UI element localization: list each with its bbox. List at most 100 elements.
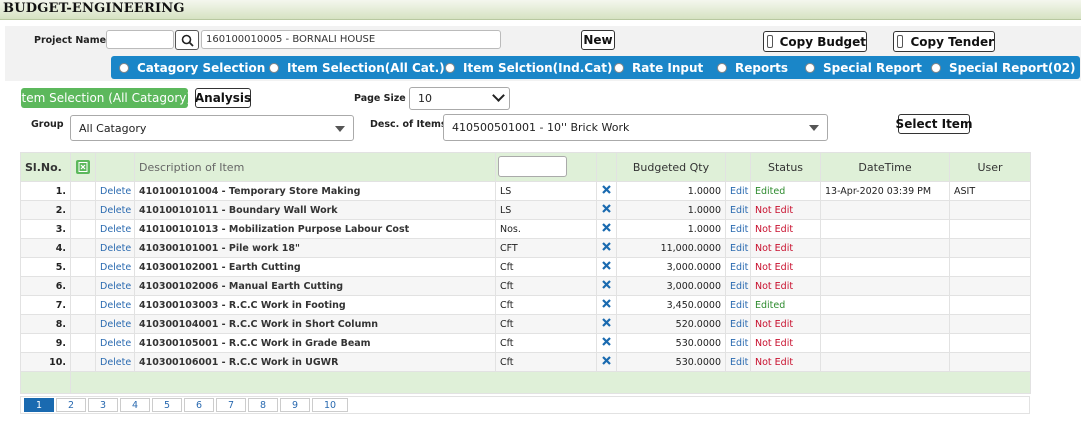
- group-select[interactable]: All Catagory: [70, 115, 354, 141]
- copy-tender-checkbox[interactable]: [897, 35, 904, 48]
- remove-icon[interactable]: [596, 238, 617, 258]
- delete-link[interactable]: Delete: [95, 200, 135, 220]
- close-icon[interactable]: [602, 261, 611, 270]
- copy-tender-button[interactable]: Copy Tender: [893, 31, 995, 52]
- radio-icon[interactable]: [717, 63, 727, 73]
- desc-of-items-select[interactable]: 410500501001 - 10'' Brick Work: [443, 114, 828, 141]
- delete-link[interactable]: Delete: [95, 238, 135, 258]
- edit-link[interactable]: Edit: [725, 352, 751, 372]
- datetime-cell: [820, 295, 950, 315]
- delete-link[interactable]: Delete: [95, 257, 135, 277]
- chevron-down-icon: [492, 89, 505, 102]
- search-cell: [495, 152, 597, 182]
- unit-cell: LS: [495, 200, 597, 220]
- remove-icon[interactable]: [596, 295, 617, 315]
- page-6-link[interactable]: 6: [184, 398, 214, 412]
- tab-special-report-02[interactable]: Special Report(02): [931, 61, 1076, 75]
- table-row: 4. Delete 410300101001 - Pile work 18" CFT 1…: [20, 238, 1031, 258]
- page-size-select[interactable]: 10: [409, 87, 510, 110]
- table-search-input[interactable]: [498, 156, 567, 177]
- project-code-input[interactable]: [106, 30, 174, 49]
- remove-icon[interactable]: [596, 181, 617, 201]
- page-4-link[interactable]: 4: [120, 398, 150, 412]
- page-3-link[interactable]: 3: [88, 398, 118, 412]
- select-item-button[interactable]: Select Item: [896, 114, 972, 134]
- page-5-link[interactable]: 5: [152, 398, 182, 412]
- page-2-link[interactable]: 2: [56, 398, 86, 412]
- edit-link[interactable]: Edit: [725, 314, 751, 334]
- page-size-label: Page Size: [354, 93, 406, 104]
- copy-budget-button[interactable]: Copy Budget: [763, 31, 867, 52]
- delete-link[interactable]: Delete: [95, 219, 135, 239]
- tab-reports[interactable]: Reports: [717, 61, 788, 75]
- tab-item-selection-ind[interactable]: Item Selction(Ind.Cat): [445, 61, 612, 75]
- tab-special-report[interactable]: Special Report: [805, 61, 922, 75]
- radio-icon[interactable]: [269, 63, 279, 73]
- close-icon[interactable]: [602, 337, 611, 346]
- project-name-field[interactable]: 160100010005 - BORNALI HOUSE: [201, 30, 501, 49]
- budgeted-qty-cell: 3,450.0000: [616, 295, 726, 315]
- project-search-button[interactable]: [175, 30, 199, 50]
- close-icon[interactable]: [602, 242, 611, 251]
- radio-icon[interactable]: [119, 63, 129, 73]
- copy-budget-checkbox[interactable]: [767, 35, 773, 48]
- delete-link[interactable]: Delete: [95, 314, 135, 334]
- edit-link[interactable]: Edit: [725, 333, 751, 353]
- tab-catagory-selection[interactable]: Catagory Selection: [119, 61, 265, 75]
- delete-link[interactable]: Delete: [95, 276, 135, 296]
- edit-link[interactable]: Edit: [725, 181, 751, 201]
- new-button[interactable]: New: [581, 30, 615, 50]
- remove-icon[interactable]: [596, 257, 617, 277]
- delete-link[interactable]: Delete: [95, 352, 135, 372]
- budgeted-qty-cell: 3,000.0000: [616, 257, 726, 277]
- remove-icon[interactable]: [596, 200, 617, 220]
- close-icon[interactable]: [602, 318, 611, 327]
- tab-rate-input[interactable]: Rate Input: [614, 61, 703, 75]
- item-selection-all-button[interactable]: Item Selection (All Catagory): [18, 88, 191, 108]
- unit-cell: Cft: [495, 333, 597, 353]
- excel-icon[interactable]: [76, 160, 90, 174]
- user-cell: [949, 333, 1031, 353]
- remove-icon[interactable]: [596, 219, 617, 239]
- close-icon[interactable]: [602, 204, 611, 213]
- close-icon[interactable]: [602, 299, 611, 308]
- delete-link[interactable]: Delete: [95, 333, 135, 353]
- page-7-link[interactable]: 7: [216, 398, 246, 412]
- edit-link[interactable]: Edit: [725, 238, 751, 258]
- remove-icon[interactable]: [596, 352, 617, 372]
- tab-item-selection-all[interactable]: Item Selection(All Cat.): [269, 61, 445, 75]
- budget-items-table: Sl.No. Description of Item Budgeted Qty …: [20, 152, 1031, 394]
- budgeted-qty-cell: 1.0000: [616, 181, 726, 201]
- description-cell: 410300103003 - R.C.C Work in Footing: [134, 295, 496, 315]
- edit-link[interactable]: Edit: [725, 200, 751, 220]
- delete-link[interactable]: Delete: [95, 181, 135, 201]
- budgeted-qty-cell: 3,000.0000: [616, 276, 726, 296]
- remove-icon[interactable]: [596, 314, 617, 334]
- page-1-link[interactable]: 1: [24, 398, 54, 412]
- analysis-button[interactable]: Analysis: [195, 88, 251, 108]
- page-9-link[interactable]: 9: [280, 398, 310, 412]
- edit-link[interactable]: Edit: [725, 276, 751, 296]
- remove-icon[interactable]: [596, 333, 617, 353]
- close-icon[interactable]: [602, 185, 611, 194]
- chevron-down-icon: [335, 126, 345, 132]
- radio-icon[interactable]: [931, 63, 941, 73]
- datetime-cell: [820, 352, 950, 372]
- delete-link[interactable]: Delete: [95, 295, 135, 315]
- close-icon[interactable]: [602, 223, 611, 232]
- radio-icon[interactable]: [614, 63, 624, 73]
- close-icon[interactable]: [602, 280, 611, 289]
- page-8-link[interactable]: 8: [248, 398, 278, 412]
- radio-icon[interactable]: [445, 63, 455, 73]
- close-icon[interactable]: [602, 356, 611, 365]
- navigation-tab-bar: Catagory Selection Item Selection(All Ca…: [111, 56, 1080, 79]
- page-10-link[interactable]: 10: [312, 398, 348, 412]
- edit-link[interactable]: Edit: [725, 257, 751, 277]
- edit-link[interactable]: Edit: [725, 219, 751, 239]
- edit-link[interactable]: Edit: [725, 295, 751, 315]
- remove-icon[interactable]: [596, 276, 617, 296]
- datetime-cell: [820, 333, 950, 353]
- description-cell: 410100101011 - Boundary Wall Work: [134, 200, 496, 220]
- sl-no-header: Sl.No.: [20, 152, 71, 182]
- radio-icon[interactable]: [805, 63, 815, 73]
